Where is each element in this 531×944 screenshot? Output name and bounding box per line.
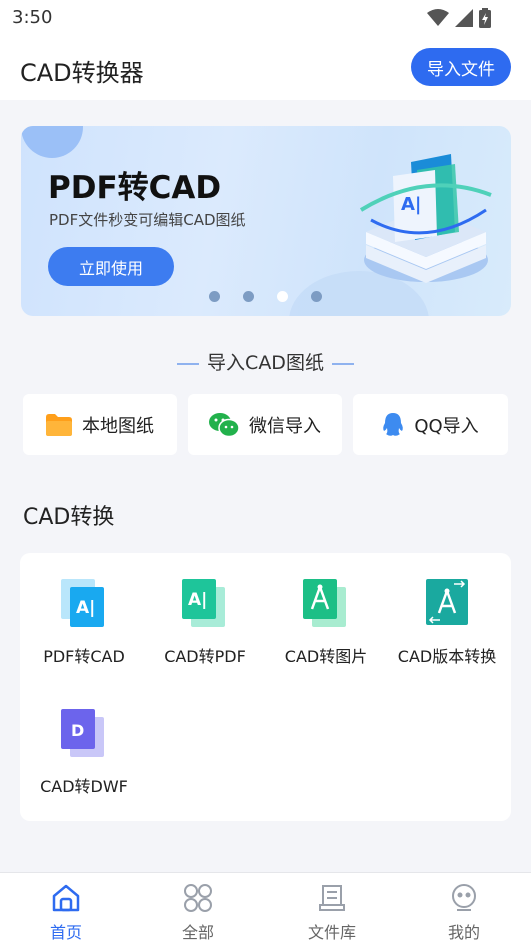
convert-section-title: CAD转换 xyxy=(23,505,115,530)
signal-icon xyxy=(455,9,473,27)
carousel-indicator xyxy=(209,291,322,302)
heading-divider xyxy=(331,362,354,365)
tool-label: CAD转图片 xyxy=(284,647,368,666)
import-local-card[interactable]: 本地图纸 xyxy=(23,394,177,455)
nav-item-all[interactable]: 全部 xyxy=(158,883,238,943)
use-now-button[interactable]: 立即使用 xyxy=(48,247,174,286)
file-library-icon xyxy=(319,885,345,911)
svg-text:A|: A| xyxy=(76,598,95,618)
battery-icon xyxy=(479,8,491,28)
import-wechat-card[interactable]: 微信导入 xyxy=(188,394,342,455)
qq-icon xyxy=(383,412,404,436)
pdf-to-cad-icon: A| xyxy=(61,579,107,629)
tool-label: CAD转PDF xyxy=(164,647,246,666)
page-title: CAD转换器 xyxy=(20,59,144,87)
nav-label: 全部 xyxy=(181,923,214,942)
wechat-icon xyxy=(209,412,239,437)
tool-cad-to-pdf[interactable]: A| CAD转PDF xyxy=(145,579,265,667)
carousel-dot[interactable] xyxy=(243,291,254,302)
cad-to-image-icon xyxy=(303,579,349,629)
tool-cad-to-dwf[interactable]: D CAD转DWF xyxy=(24,709,144,797)
cad-to-dwf-icon: D xyxy=(61,709,107,759)
cad-to-pdf-icon: A| xyxy=(182,579,228,629)
tool-cad-version-convert[interactable]: CAD版本转换 xyxy=(387,579,507,667)
nav-label: 首页 xyxy=(49,923,82,942)
import-section-title: 导入CAD图纸 xyxy=(207,352,324,374)
profile-icon xyxy=(452,884,476,911)
import-qq-card[interactable]: QQ导入 xyxy=(353,394,508,455)
svg-text:D: D xyxy=(71,721,84,740)
banner-decoration xyxy=(21,126,83,158)
tool-label: PDF转CAD xyxy=(43,647,125,666)
carousel-dot-active[interactable] xyxy=(277,291,288,302)
import-file-button[interactable]: 导入文件 xyxy=(411,48,511,86)
carousel-dot[interactable] xyxy=(311,291,322,302)
nav-label: 文件库 xyxy=(307,923,356,942)
nav-item-file-library[interactable]: 文件库 xyxy=(292,883,372,943)
tool-label: CAD转DWF xyxy=(40,777,128,796)
heading-divider xyxy=(177,362,200,365)
tool-label: CAD版本转换 xyxy=(397,647,497,666)
svg-text:A|: A| xyxy=(188,590,207,610)
banner-subtitle: PDF文件秒变可编辑CAD图纸 xyxy=(49,211,246,229)
status-icons xyxy=(427,8,491,28)
convert-tools-panel: A| PDF转CAD A| CAD转PDF CAD转图片 CAD版本转换 D C… xyxy=(20,553,511,821)
nav-label: 我的 xyxy=(447,923,480,942)
cad-version-convert-icon xyxy=(424,579,470,629)
folder-icon xyxy=(46,413,72,436)
import-wechat-label: 微信导入 xyxy=(249,415,321,437)
import-qq-label: QQ导入 xyxy=(414,415,479,437)
banner-title: PDF转CAD xyxy=(48,170,222,206)
status-time: 3:50 xyxy=(12,7,53,28)
import-section-heading: 导入CAD图纸 xyxy=(0,348,531,375)
wifi-icon xyxy=(427,9,449,26)
tool-cad-to-image[interactable]: CAD转图片 xyxy=(266,579,386,667)
nav-item-home[interactable]: 首页 xyxy=(26,883,106,943)
status-bar: 3:50 xyxy=(0,0,531,36)
app-header: CAD转换器 导入文件 xyxy=(0,36,531,100)
svg-text:A|: A| xyxy=(401,194,422,215)
import-local-label: 本地图纸 xyxy=(82,415,154,437)
tool-pdf-to-cad[interactable]: A| PDF转CAD xyxy=(24,579,144,667)
bottom-nav: 首页 全部 文件库 我的 xyxy=(0,872,531,944)
promo-banner[interactable]: PDF转CAD PDF文件秒变可编辑CAD图纸 立即使用 A| xyxy=(21,126,511,316)
home-icon xyxy=(52,884,80,912)
carousel-dot[interactable] xyxy=(209,291,220,302)
grid-icon xyxy=(184,884,212,912)
document-stack-illustration-icon: A| xyxy=(359,154,492,283)
nav-item-profile[interactable]: 我的 xyxy=(424,883,504,943)
